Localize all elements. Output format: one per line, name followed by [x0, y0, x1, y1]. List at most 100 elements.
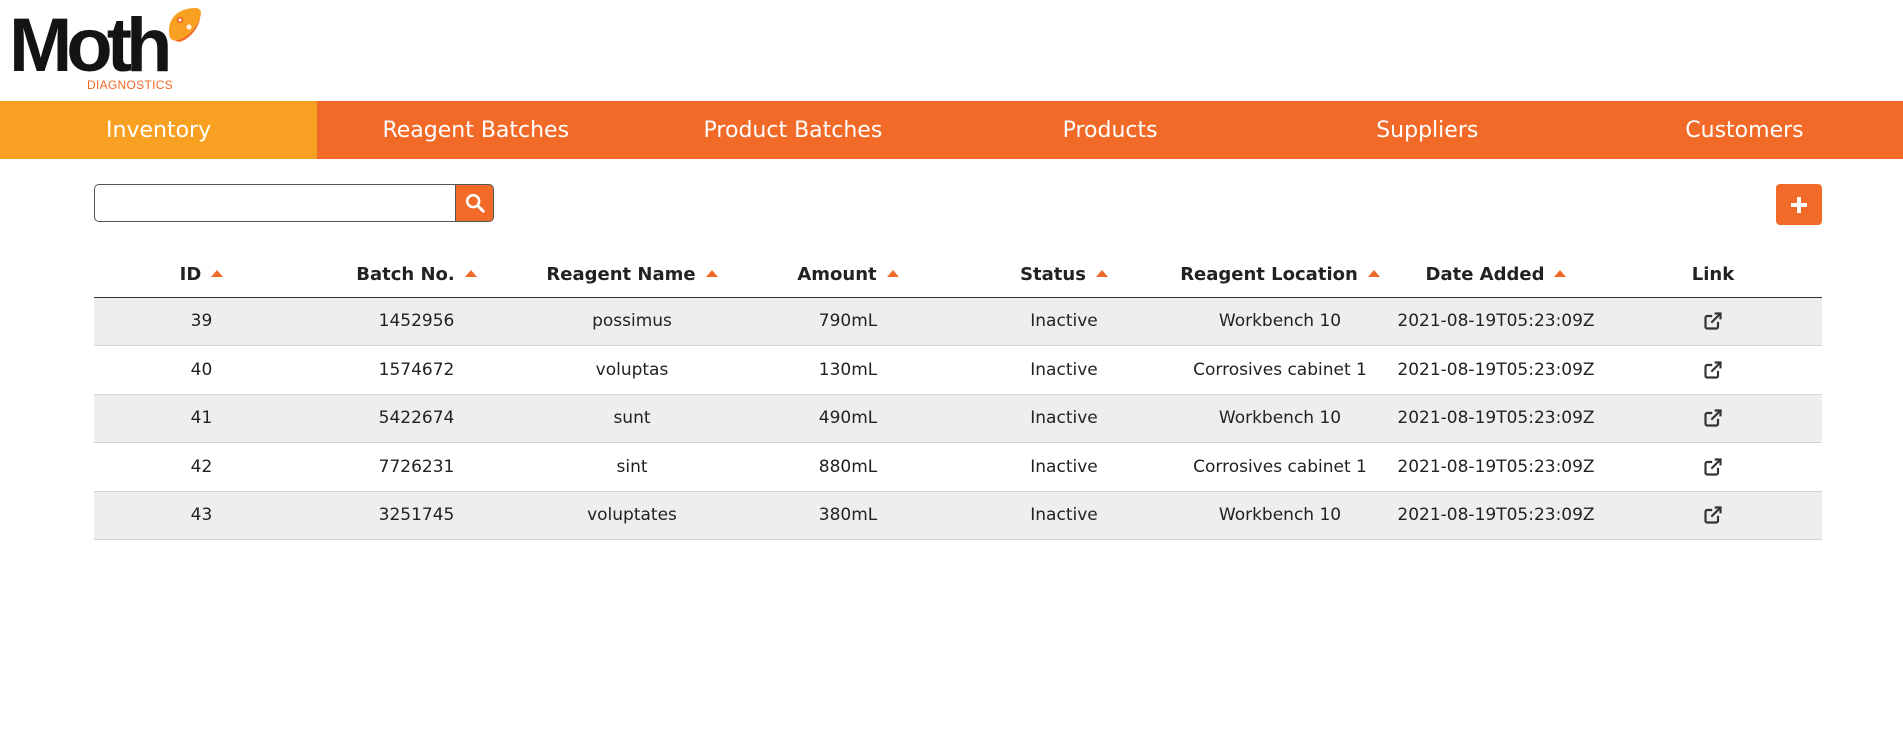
cell-reagent-name: voluptates: [524, 491, 740, 540]
sort-asc-icon[interactable]: [1095, 269, 1108, 277]
column-header-label: Batch No.: [356, 263, 455, 285]
column-header-reagent-location[interactable]: Reagent Location: [1172, 252, 1388, 298]
cell-id: 39: [94, 297, 309, 346]
cell-date-added: 2021-08-19T05:23:09Z: [1388, 442, 1604, 492]
cell-status: Inactive: [956, 345, 1172, 395]
cell-status: Inactive: [956, 394, 1172, 443]
column-header-label: Amount: [797, 263, 877, 285]
nav-item-inventory[interactable]: Inventory: [0, 101, 318, 159]
cell-reagent-location: Workbench 10: [1172, 491, 1388, 540]
cell-batch-no: 3251745: [309, 491, 524, 540]
nav-item-reagent-batches[interactable]: Reagent Batches: [317, 101, 634, 159]
nav-item-label: Suppliers: [1376, 117, 1479, 143]
cell-amount: 380mL: [740, 491, 956, 540]
search-bar: [94, 184, 494, 222]
external-link-icon[interactable]: [1703, 505, 1723, 525]
cell-reagent-location: Corrosives cabinet 1: [1172, 345, 1388, 395]
cell-status: Inactive: [956, 442, 1172, 492]
table-row: 39 1452956 possimus 790mL Inactive Workb…: [94, 297, 1822, 346]
column-header-reagent-name[interactable]: Reagent Name: [524, 252, 740, 298]
nav-item-customers[interactable]: Customers: [1586, 101, 1903, 159]
column-header-label: Link: [1691, 263, 1735, 285]
column-header-label: ID: [179, 263, 202, 285]
cell-date-added: 2021-08-19T05:23:09Z: [1388, 491, 1604, 540]
column-header-label: Date Added: [1425, 263, 1545, 285]
cell-reagent-location: Corrosives cabinet 1: [1172, 442, 1388, 492]
cell-link: [1604, 345, 1822, 395]
cell-amount: 790mL: [740, 297, 956, 346]
cell-reagent-location: Workbench 10: [1172, 394, 1388, 443]
cell-date-added: 2021-08-19T05:23:09Z: [1388, 297, 1604, 346]
external-link-icon[interactable]: [1703, 457, 1723, 477]
table-row: 40 1574672 voluptas 130mL Inactive Corro…: [94, 345, 1822, 395]
nav-item-label: Customers: [1685, 117, 1804, 143]
cell-id: 43: [94, 491, 309, 540]
sort-asc-icon[interactable]: [211, 269, 224, 277]
external-link-icon[interactable]: [1703, 408, 1723, 428]
logo[interactable]: Moth DIAGNOSTICS: [9, 6, 209, 94]
cell-date-added: 2021-08-19T05:23:09Z: [1388, 394, 1604, 443]
cell-amount: 880mL: [740, 442, 956, 492]
cell-id: 42: [94, 442, 309, 492]
logo-tagline: DIAGNOSTICS: [87, 78, 173, 92]
cell-batch-no: 7726231: [309, 442, 524, 492]
table-row: 41 5422674 sunt 490mL Inactive Workbench…: [94, 394, 1822, 443]
nav-item-label: Products: [1062, 117, 1158, 143]
external-link-icon[interactable]: [1703, 311, 1723, 331]
logo-wordmark: Moth: [9, 3, 172, 88]
inventory-table: ID Batch No. Reagent Name Amount Status …: [94, 252, 1822, 540]
header: Moth DIAGNOSTICS: [0, 0, 1903, 101]
cell-batch-no: 5422674: [309, 394, 524, 443]
cell-link: [1604, 394, 1822, 443]
add-reagent-button[interactable]: [1776, 184, 1822, 225]
logo-mark-icon: [169, 8, 201, 42]
cell-reagent-name: voluptas: [524, 345, 740, 395]
cell-amount: 130mL: [740, 345, 956, 395]
search-button[interactable]: [455, 184, 494, 222]
sort-asc-icon[interactable]: [705, 269, 718, 277]
cell-reagent-location: Workbench 10: [1172, 297, 1388, 346]
table-row: 43 3251745 voluptates 380mL Inactive Wor…: [94, 491, 1822, 540]
cell-reagent-name: possimus: [524, 297, 740, 346]
cell-reagent-name: sunt: [524, 394, 740, 443]
cell-date-added: 2021-08-19T05:23:09Z: [1388, 345, 1604, 395]
table-row: 42 7726231 sint 880mL Inactive Corrosive…: [94, 442, 1822, 492]
column-header-status[interactable]: Status: [956, 252, 1172, 298]
cell-amount: 490mL: [740, 394, 956, 443]
column-header-label: Reagent Location: [1180, 263, 1358, 285]
external-link-icon[interactable]: [1703, 360, 1723, 380]
nav-item-label: Reagent Batches: [382, 117, 570, 143]
cell-link: [1604, 442, 1822, 492]
main-nav: Inventory Reagent Batches Product Batche…: [0, 101, 1903, 159]
column-header-link: Link: [1604, 252, 1822, 298]
sort-asc-icon[interactable]: [464, 269, 477, 277]
cell-status: Inactive: [956, 297, 1172, 346]
column-header-date-added[interactable]: Date Added: [1388, 252, 1604, 298]
plus-icon: [1791, 196, 1807, 213]
search-input[interactable]: [94, 184, 455, 222]
search-icon: [465, 193, 485, 213]
table-header-row: ID Batch No. Reagent Name Amount Status …: [94, 252, 1822, 298]
cell-reagent-name: sint: [524, 442, 740, 492]
nav-item-products[interactable]: Products: [952, 101, 1269, 159]
column-header-batch-no[interactable]: Batch No.: [309, 252, 524, 298]
column-header-id[interactable]: ID: [94, 252, 309, 298]
cell-id: 40: [94, 345, 309, 395]
column-header-amount[interactable]: Amount: [740, 252, 956, 298]
nav-item-suppliers[interactable]: Suppliers: [1269, 101, 1586, 159]
cell-id: 41: [94, 394, 309, 443]
sort-asc-icon[interactable]: [886, 269, 899, 277]
nav-item-product-batches[interactable]: Product Batches: [634, 101, 951, 159]
cell-batch-no: 1574672: [309, 345, 524, 395]
sort-asc-icon[interactable]: [1367, 269, 1380, 277]
sort-asc-icon[interactable]: [1554, 269, 1567, 277]
cell-link: [1604, 297, 1822, 346]
column-header-label: Reagent Name: [546, 263, 696, 285]
column-header-label: Status: [1020, 263, 1086, 285]
inventory-table-container: ID Batch No. Reagent Name Amount Status …: [94, 252, 1822, 540]
cell-link: [1604, 491, 1822, 540]
nav-item-label: Product Batches: [703, 117, 883, 143]
nav-item-label: Inventory: [106, 117, 212, 143]
cell-status: Inactive: [956, 491, 1172, 540]
cell-batch-no: 1452956: [309, 297, 524, 346]
